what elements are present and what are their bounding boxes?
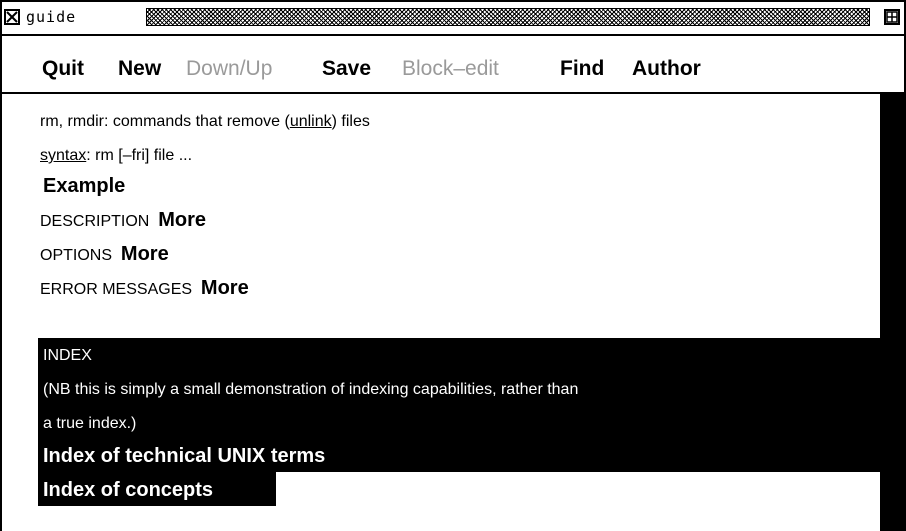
options-line: OPTIONS More [40,244,169,266]
quit-button[interactable]: Quit [42,56,84,82]
window-title: guide [26,8,77,26]
options-more-button[interactable]: More [121,243,169,265]
syntax-line: syntax: rm [–fri] file ... [40,146,192,166]
description-label: DESCRIPTION [40,213,150,230]
index-concepts-link[interactable]: Index of concepts [43,478,213,502]
heading-prefix: rm, rmdir: commands that remove ( [40,113,290,130]
heading-line: rm, rmdir: commands that remove (unlink)… [40,112,370,132]
new-button[interactable]: New [118,56,161,82]
error-messages-more-button[interactable]: More [201,277,249,299]
error-messages-label: ERROR MESSAGES [40,281,193,298]
menu-bar: Quit New Down/Up Save Block–edit Find Au… [2,36,904,94]
index-title: INDEX [43,347,92,364]
author-button[interactable]: Author [632,56,701,82]
vertical-scrollbar[interactable] [880,94,904,531]
guide-window: guide Quit New Down/Up Save Block–edit F… [0,0,906,531]
block-edit-button[interactable]: Block–edit [402,56,499,82]
title-bar[interactable]: guide [2,0,904,36]
document-content: rm, rmdir: commands that remove (unlink)… [2,94,904,531]
find-button[interactable]: Find [560,56,604,82]
options-label: OPTIONS [40,247,113,264]
down-up-button[interactable]: Down/Up [186,56,272,82]
resize-box-icon[interactable] [884,9,900,25]
index-technical-terms-link[interactable]: Index of technical UNIX terms [43,444,325,468]
index-note-line-1: (NB this is simply a small demonstration… [43,381,579,398]
syntax-link[interactable]: syntax [40,147,86,164]
unlink-link[interactable]: unlink [290,113,332,130]
description-more-button[interactable]: More [158,209,206,231]
heading-suffix: ) files [331,113,370,130]
title-bar-pattern [146,8,870,26]
close-box-icon[interactable] [4,9,20,25]
description-line: DESCRIPTION More [40,210,206,232]
save-button[interactable]: Save [322,56,371,82]
error-messages-line: ERROR MESSAGES More [40,278,249,300]
example-button[interactable]: Example [43,174,125,198]
syntax-text: : rm [–fri] file ... [86,147,193,164]
index-note-line-2: a true index.) [43,415,137,432]
